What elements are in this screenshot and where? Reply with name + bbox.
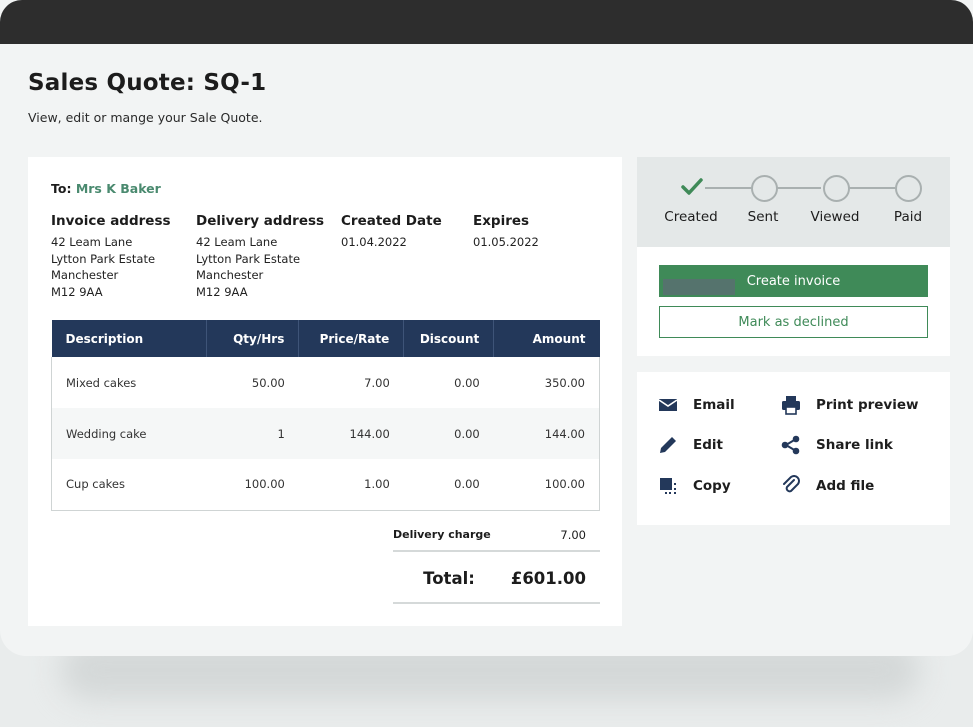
- table-row: Wedding cake 1 144.00 0.00 144.00: [50, 408, 600, 459]
- cell-amount: 100.00: [493, 459, 600, 511]
- total-value: £601.00: [510, 568, 586, 588]
- email-action[interactable]: Email: [657, 394, 735, 416]
- column-header-qty: Qty/Hrs: [206, 320, 300, 357]
- pencil-icon: [660, 437, 676, 453]
- column-header-price: Price/Rate: [298, 320, 405, 357]
- copy-label: Copy: [693, 478, 731, 494]
- delivery-charge-label: Delivery charge: [393, 528, 491, 541]
- app-window: Sales Quote: SQ-1 View, edit or mange yo…: [0, 0, 973, 656]
- edit-label: Edit: [693, 437, 723, 453]
- invoice-address-block: Invoice address 42 Leam Lane Lytton Park…: [51, 213, 171, 300]
- expires-value: 01.05.2022: [473, 235, 539, 249]
- column-header-discount: Discount: [403, 320, 495, 357]
- step-viewed-label: Viewed: [810, 209, 860, 225]
- recipient-line: To: Mrs K Baker: [51, 181, 161, 196]
- column-header-description: Description: [51, 320, 208, 357]
- actions-card: Email Print preview Edit Share link Copy…: [637, 372, 950, 525]
- paperclip-icon: [783, 475, 800, 493]
- step-created-label: Created: [664, 209, 718, 225]
- invoice-address-line: Lytton Park Estate: [51, 251, 156, 266]
- status-card: Created Sent Viewed Paid Create invoice …: [637, 157, 950, 356]
- create-invoice-label: Create invoice: [746, 273, 841, 289]
- delivery-address-heading: Delivery address: [196, 213, 325, 229]
- share-link-action[interactable]: Share link: [780, 434, 893, 456]
- window-top-bar: [0, 0, 973, 44]
- table-row: Mixed cakes 50.00 7.00 0.00 350.00: [50, 357, 600, 408]
- page-title: Sales Quote: SQ-1: [28, 70, 267, 96]
- add-file-label: Add file: [816, 478, 875, 494]
- edit-action[interactable]: Edit: [657, 434, 723, 456]
- envelope-icon: [658, 399, 678, 411]
- total-row: Total: £601.00: [393, 554, 600, 604]
- cell-discount: 0.00: [403, 408, 494, 459]
- print-preview-label: Print preview: [816, 397, 919, 413]
- step-paid-circle: [895, 175, 922, 202]
- table-header-row: Description Qty/Hrs Price/Rate Discount …: [51, 320, 600, 357]
- expires-heading: Expires: [473, 213, 530, 229]
- quote-card: To: Mrs K Baker Invoice address 42 Leam …: [28, 157, 622, 626]
- delivery-address-block: Delivery address 42 Leam Lane Lytton Par…: [196, 213, 324, 300]
- column-header-amount: Amount: [493, 320, 600, 357]
- share-icon: [781, 435, 800, 455]
- printer-icon: [782, 396, 800, 415]
- cell-price: 144.00: [298, 408, 404, 459]
- cell-description: Mixed cakes: [50, 357, 207, 408]
- checkmark-icon: [681, 178, 703, 195]
- delivery-address-line: Manchester: [196, 268, 264, 282]
- cell-price: 7.00: [364, 375, 390, 390]
- created-date-heading: Created Date: [341, 213, 442, 229]
- button-overlay: [663, 279, 735, 295]
- copy-icon: [660, 478, 676, 494]
- cell-description: Cup cakes: [50, 459, 207, 511]
- total-label: Total:: [423, 568, 475, 588]
- invoice-address-line: 42 Leam Lane: [51, 235, 133, 249]
- recipient-name[interactable]: Mrs K Baker: [76, 181, 161, 196]
- mark-declined-button[interactable]: Mark as declined: [659, 306, 928, 338]
- table-row: Cup cakes 100.00 1.00 0.00 100.00: [50, 459, 600, 511]
- invoice-address-line: M12 9AA: [51, 284, 103, 299]
- cell-amount: 144.00: [493, 408, 600, 459]
- delivery-charge-row: Delivery charge 7.00: [393, 519, 600, 552]
- share-link-label: Share link: [816, 437, 893, 453]
- delivery-address-line: Lytton Park Estate: [196, 251, 301, 266]
- cell-discount: 0.00: [403, 459, 494, 511]
- page-subtitle: View, edit or mange your Sale Quote.: [28, 110, 263, 125]
- print-preview-action[interactable]: Print preview: [780, 394, 918, 416]
- status-progress: Created Sent Viewed Paid: [637, 157, 950, 247]
- step-sent-circle: [751, 175, 778, 202]
- email-label: Email: [693, 397, 735, 413]
- created-date-value: 01.04.2022: [341, 235, 407, 249]
- cell-qty: 50.00: [251, 375, 285, 390]
- delivery-address-line: 42 Leam Lane: [196, 235, 278, 249]
- line-items-table: Description Qty/Hrs Price/Rate Discount …: [50, 320, 600, 511]
- step-paid-label: Paid: [893, 209, 923, 225]
- recipient-label: To:: [51, 181, 72, 196]
- invoice-address-line: Manchester: [51, 268, 119, 282]
- step-sent-label: Sent: [747, 209, 779, 225]
- cell-amount: 350.00: [493, 357, 600, 408]
- create-invoice-button[interactable]: Create invoice: [659, 265, 928, 297]
- cell-price: 1.00: [298, 459, 404, 511]
- created-date-block: Created Date 01.04.2022: [341, 213, 442, 251]
- cell-qty: 100.00: [206, 459, 299, 511]
- copy-action[interactable]: Copy: [657, 475, 731, 497]
- add-file-action[interactable]: Add file: [780, 475, 874, 497]
- delivery-charge-value: 7.00: [560, 527, 586, 542]
- cell-qty: 1: [206, 408, 299, 459]
- expires-block: Expires 01.05.2022: [473, 213, 539, 251]
- delivery-address-line: M12 9AA: [196, 284, 248, 299]
- invoice-address-heading: Invoice address: [51, 213, 171, 229]
- progress-connector: [849, 187, 895, 189]
- cell-discount: 0.00: [454, 375, 480, 390]
- cell-description: Wedding cake: [50, 408, 207, 459]
- step-viewed-circle: [823, 175, 850, 202]
- progress-connector: [777, 187, 821, 189]
